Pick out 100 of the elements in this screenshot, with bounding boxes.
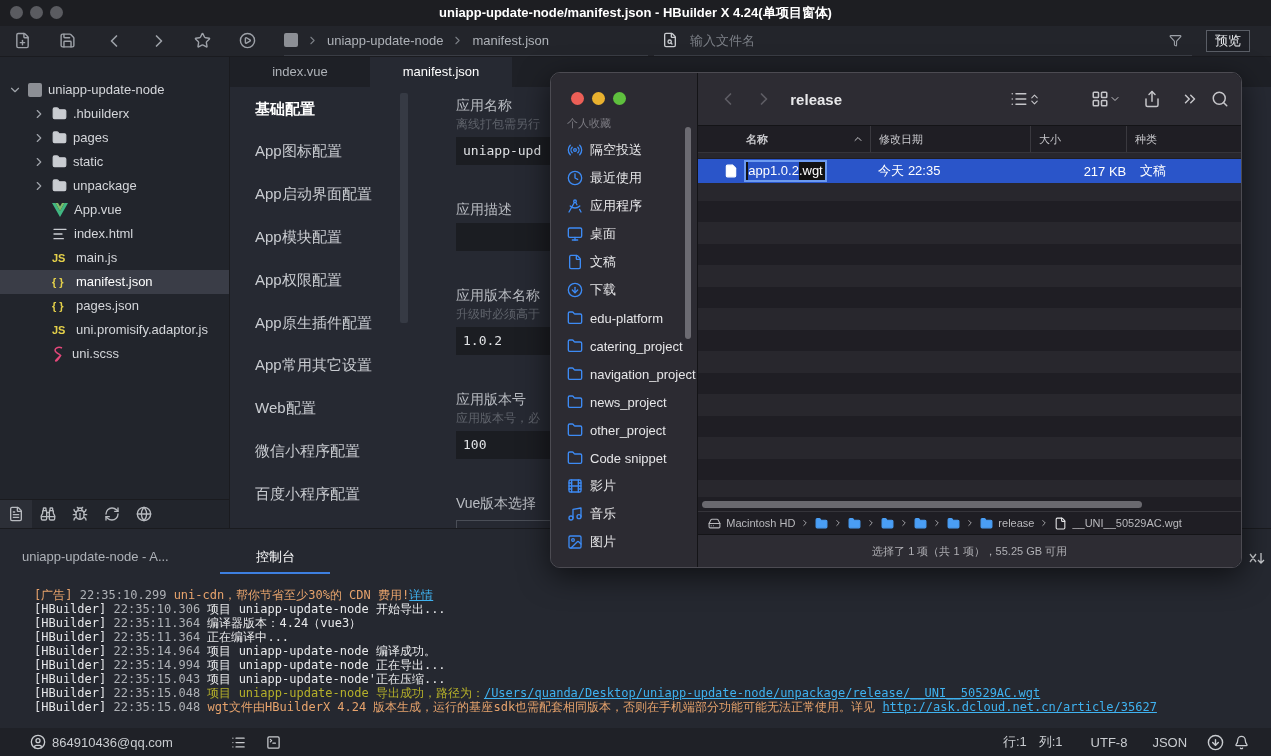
document-icon [724,164,739,178]
account-label[interactable]: 864910436@qq.com [52,734,173,750]
editor-tab[interactable]: manifest.json [370,56,512,87]
sidebar-item[interactable]: edu-platform [590,310,663,326]
sidebar-item[interactable]: 应用程序 [590,197,642,215]
sidebar-item[interactable]: 图片 [590,533,616,551]
input-field[interactable] [456,222,550,251]
terminal-icon[interactable] [265,734,281,750]
log-line: [HBuilder] 22:35:10.306 项目 uniapp-update-node 开始导出... [34,601,447,616]
tree-item[interactable]: pages [73,130,109,146]
console-tab[interactable]: uniapp-update-node - A... [22,541,220,574]
selected-tree-row[interactable]: { } manifest.json [0,269,229,294]
close-scroll-icon[interactable] [1249,551,1265,564]
breadcrumb-item[interactable]: manifest.json [472,32,549,48]
path-item[interactable]: Macintosh HD [726,517,796,529]
column-indicator: 列:1 [1038,733,1063,752]
tree-item[interactable]: static [73,154,104,170]
list-view-icon[interactable] [1010,90,1041,108]
file-list-icon[interactable] [0,499,32,528]
log-link[interactable]: /Users/quanda/Desktop/uniapp-update-node/unpackage/release/__UNI__50529AC.wgt [483,685,1041,700]
tree-item[interactable]: main.js [76,250,118,266]
input-field[interactable]: 1.0.2 [456,326,550,355]
tree-item[interactable]: unpackage [73,178,137,194]
console-tab[interactable]: 控制台 [220,541,330,574]
tree-item[interactable]: pages.json [76,298,139,314]
grid-view-icon[interactable] [1091,90,1121,108]
project-icon [284,33,298,48]
preview-button[interactable]: 预览 [1206,29,1250,52]
path-item[interactable]: release [998,517,1035,529]
encoding-label[interactable]: UTF-8 [1090,734,1128,750]
config-nav-item[interactable]: App启动界面配置 [255,185,400,228]
scrollbar-thumb[interactable] [685,127,692,339]
window-close-button[interactable] [10,6,23,19]
log-line: [HBuilder] 22:35:11.364 正在编译中... [34,629,291,644]
config-nav-item[interactable]: App图标配置 [255,142,400,186]
window-minimize-button[interactable] [592,92,605,105]
sidebar-item[interactable]: 下载 [590,281,616,299]
window-close-button[interactable] [571,92,584,105]
bell-icon[interactable] [1234,734,1250,750]
project-icon [28,82,42,97]
folder-icon [567,450,583,466]
config-nav-item[interactable]: App常用其它设置 [255,356,400,400]
column-header[interactable]: 大小 [1030,126,1127,152]
window-title: uniapp-update-node/manifest.json - HBuilder X 4.24(单项目窗体) [439,3,832,22]
input-field[interactable]: uniapp-upd [456,136,550,165]
tree-item[interactable]: uni.scss [72,346,119,362]
folder-icon [881,516,895,530]
download-icon[interactable] [1207,733,1225,751]
tree-item[interactable]: App.vue [74,202,122,218]
path-item[interactable]: __UNI__50529AC.wgt [1072,517,1182,529]
sidebar-item[interactable]: other_project [590,422,666,438]
tree-item[interactable]: .hbuilderx [73,106,130,122]
column-header[interactable]: 名称 [698,126,871,152]
config-nav-item[interactable]: 微信小程序配置 [255,442,400,485]
sidebar-item[interactable]: news_project [590,394,667,410]
sidebar-item[interactable]: 最近使用 [590,169,642,187]
tree-item[interactable]: uniapp-update-node [48,82,165,98]
sidebar-item[interactable]: 桌面 [590,225,616,243]
tree-item[interactable]: uni.promisify.adaptor.js [76,322,208,338]
scrollbar-thumb[interactable] [702,500,1143,508]
column-header[interactable]: 修改日期 [870,126,1031,152]
log-link[interactable]: http://ask.dcloud.net.cn/article/35627 [882,699,1157,714]
sidebar-item[interactable]: Code snippet [590,450,667,466]
share-icon[interactable] [1143,90,1161,108]
sidebar-item[interactable]: 文稿 [590,253,616,271]
config-nav-item[interactable]: App权限配置 [255,270,400,314]
js-file-icon: JS [52,323,70,336]
sidebar-item[interactable]: 隔空投送 [590,141,642,159]
select-field[interactable] [456,519,550,528]
braces-file-icon: { } [52,275,70,288]
sidebar-item[interactable]: navigation_project [590,366,696,382]
list-icon[interactable] [230,734,246,750]
download-icon [567,282,583,298]
config-nav-item[interactable]: 百度小程序配置 [255,484,400,528]
sidebar-item[interactable]: 影片 [590,477,616,495]
tree-item[interactable]: manifest.json [76,274,153,290]
sidebar-item[interactable]: catering_project [590,338,683,354]
window-zoom-button[interactable] [50,6,63,19]
editor-tab[interactable]: index.vue [230,56,370,87]
filter-icon[interactable] [1169,33,1182,47]
breadcrumb-item[interactable]: uniapp-update-node [327,32,444,48]
music-note-icon [567,506,583,522]
tree-item[interactable]: index.html [74,226,134,242]
log-line: [HBuilder] 22:35:15.048 wgt文件由HBuilderX 4.24 版本生成，运行的基座sdk也需配套相同版本，否则在手机端部分功能可能无法正常使用。详见 http://ask.dcloud.net.cn/article/35627 [34,699,1158,714]
folder-icon [52,154,67,170]
user-icon[interactable] [30,734,46,751]
column-header[interactable]: 种类 [1126,126,1197,152]
window-zoom-button[interactable] [613,92,626,105]
log-link[interactable]: 详情 [409,587,434,602]
config-nav-item[interactable]: 基础配置 [255,99,400,143]
signal-waves-icon [567,142,583,158]
braces-file-icon: { } [52,299,70,312]
config-nav-item[interactable]: Web配置 [255,399,400,442]
config-nav-item[interactable]: App模块配置 [255,228,400,271]
sidebar-item[interactable]: 音乐 [590,505,616,523]
search-field[interactable]: 输入文件名 [688,31,1159,49]
input-field[interactable]: 100 [456,430,550,459]
search-icon[interactable] [1211,90,1229,108]
config-nav-item[interactable]: App原生插件配置 [255,313,400,357]
language-label[interactable]: JSON [1152,734,1188,750]
